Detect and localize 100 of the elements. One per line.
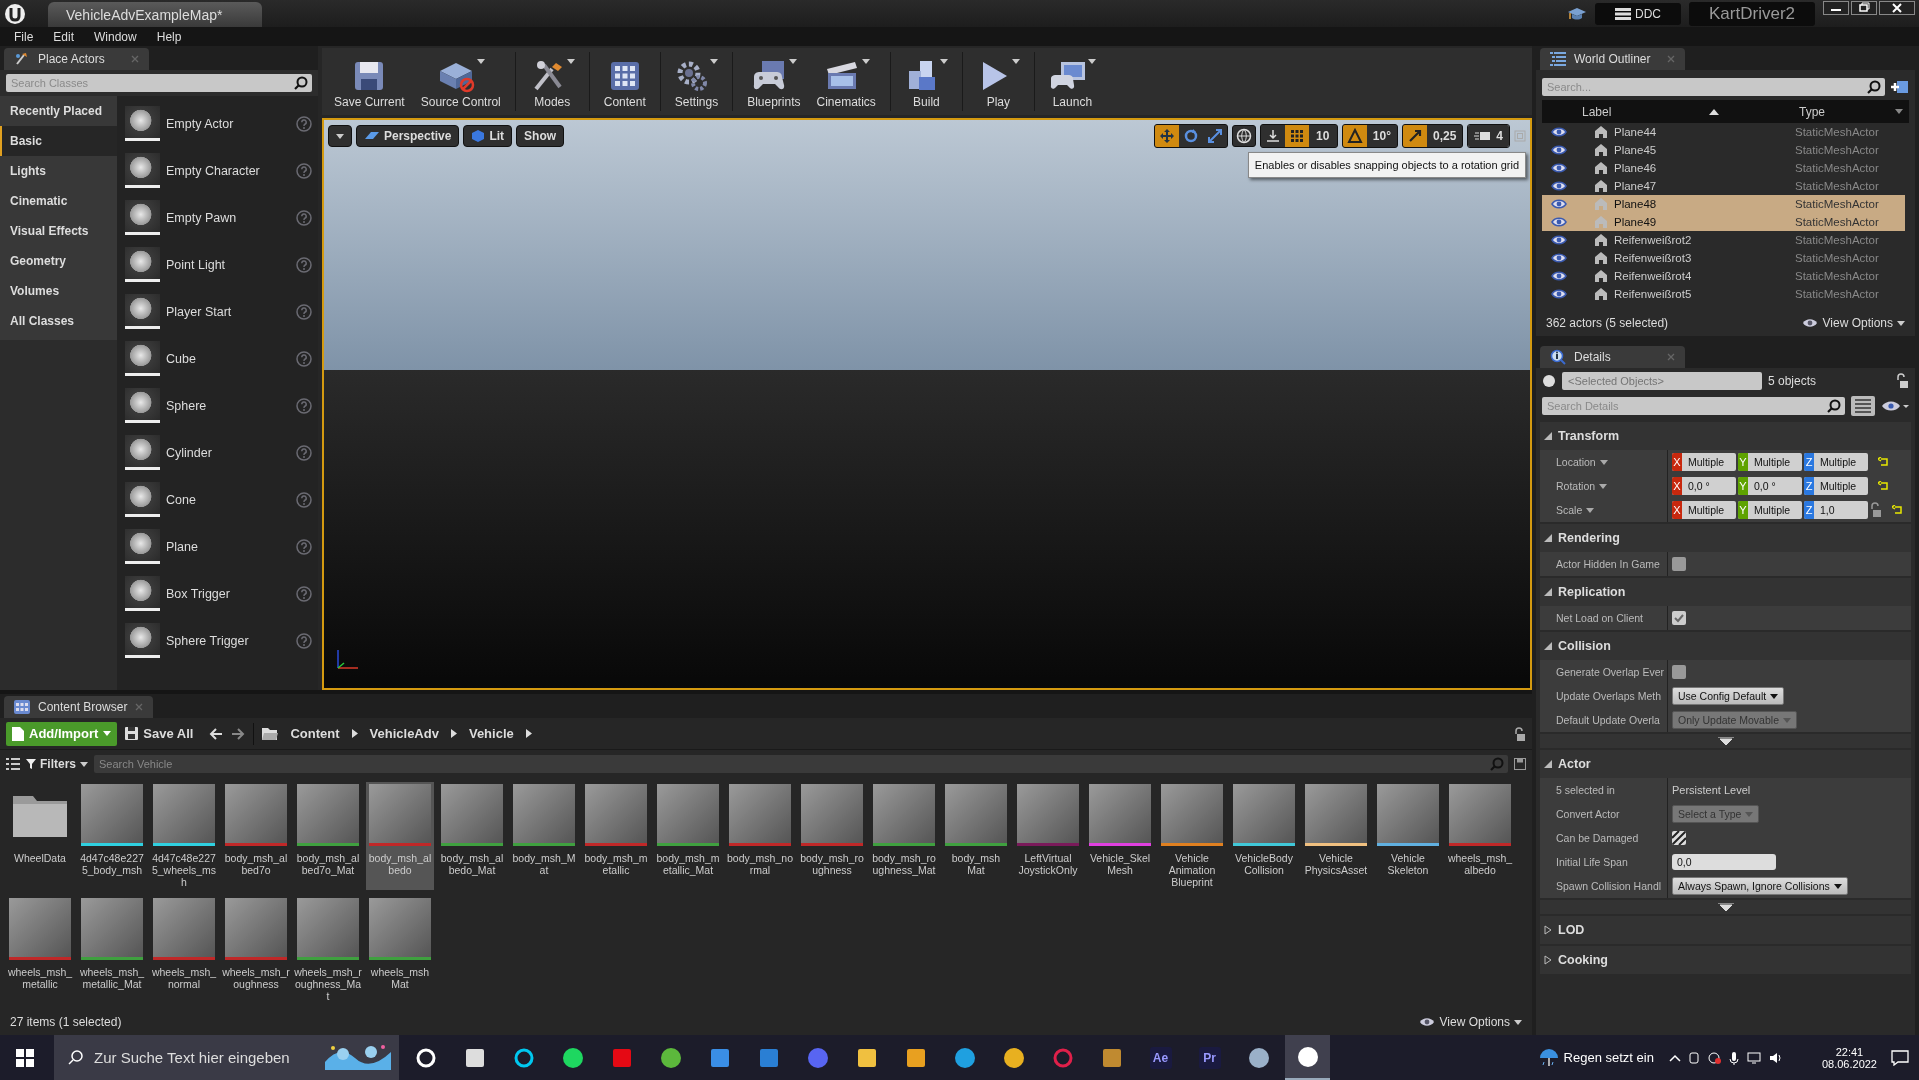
chevron-icon[interactable] — [525, 729, 532, 738]
eye-icon[interactable] — [1551, 181, 1567, 191]
expand-advanced-icon[interactable] — [1717, 737, 1734, 745]
viewport-button[interactable]: Perspective — [356, 125, 460, 147]
number-field[interactable]: Z Multiple — [1804, 477, 1868, 495]
eye-icon[interactable] — [1551, 289, 1567, 299]
category-tab[interactable]: Cinematic — [0, 186, 117, 216]
help-icon[interactable] — [296, 256, 312, 273]
actor-list-item[interactable]: Player Start — [125, 288, 318, 335]
number-field[interactable]: X Multiple — [1672, 453, 1736, 471]
ring-app-icon[interactable] — [414, 1046, 437, 1069]
round-app-icon[interactable] — [953, 1046, 976, 1069]
category-tab[interactable]: Volumes — [0, 276, 117, 306]
eye-icon[interactable] — [1551, 127, 1567, 137]
category-tab[interactable]: Basic — [0, 126, 117, 156]
actor-list-item[interactable]: Sphere Trigger — [125, 617, 318, 664]
outliner-row[interactable]: Plane44 StaticMeshActor — [1542, 123, 1905, 141]
outliner-row[interactable]: Reifenweißrot5 StaticMeshActor — [1542, 285, 1905, 303]
help-icon[interactable] — [296, 162, 312, 179]
world-space-button[interactable] — [1231, 125, 1256, 147]
close-icon[interactable] — [1879, 1, 1915, 15]
outliner-row[interactable]: Reifenweißrot2 StaticMeshActor — [1542, 231, 1905, 249]
save-all-button[interactable]: Save All — [125, 726, 194, 741]
app-icon[interactable]: Pr — [1198, 1046, 1221, 1069]
category-tab[interactable]: Lights — [0, 156, 117, 186]
help-icon[interactable] — [296, 585, 312, 602]
number-field[interactable]: X 0,0 ° — [1672, 477, 1736, 495]
reset-arrow-icon[interactable] — [1892, 505, 1904, 515]
checkbox[interactable] — [1672, 665, 1686, 679]
eye-icon[interactable] — [1551, 199, 1567, 209]
unlocked-padlock-icon[interactable] — [1514, 726, 1526, 741]
chevron-icon[interactable] — [351, 729, 358, 738]
number-field[interactable]: 0,0 — [1672, 854, 1776, 870]
transform-mode-button[interactable] — [1154, 125, 1179, 147]
category-tab[interactable]: All Classes — [0, 306, 117, 336]
menu-item[interactable]: Window — [84, 29, 147, 44]
round-app-icon[interactable] — [1247, 1046, 1270, 1069]
view-options-button[interactable]: View Options — [1417, 1015, 1522, 1029]
help-icon[interactable] — [296, 491, 312, 508]
outliner-row[interactable]: Plane49 StaticMeshActor — [1542, 213, 1905, 231]
number-field[interactable]: Z 1,0 — [1804, 501, 1868, 519]
breadcrumb-link[interactable]: VehicleAdv — [365, 726, 443, 741]
search-field[interactable]: Search... — [1542, 78, 1885, 96]
snap-toggle[interactable] — [1342, 125, 1367, 147]
round-app-icon[interactable] — [659, 1046, 682, 1069]
column-header[interactable]: Type — [1799, 100, 1909, 123]
save-search-icon[interactable] — [1514, 758, 1526, 770]
actor-list-item[interactable]: Cone — [125, 476, 318, 523]
help-icon[interactable] — [296, 115, 312, 132]
eye-icon[interactable] — [1881, 400, 1909, 412]
actor-list-item[interactable]: Plane — [125, 523, 318, 570]
toolbar-button[interactable]: Launch — [1040, 48, 1104, 115]
viewport-button[interactable]: Lit — [463, 125, 513, 147]
eye-icon[interactable] — [1551, 271, 1567, 281]
actor-list-item[interactable]: Cylinder — [125, 429, 318, 476]
eye-icon[interactable] — [1551, 163, 1567, 173]
help-icon[interactable] — [296, 632, 312, 649]
eye-icon[interactable] — [1551, 253, 1567, 263]
toolbar-button[interactable]: Play — [968, 48, 1028, 115]
number-field[interactable]: Y Multiple — [1738, 501, 1802, 519]
section-header[interactable]: LOD — [1540, 916, 1911, 944]
help-icon[interactable] — [296, 397, 312, 414]
forward-arrow-icon[interactable] — [231, 727, 246, 740]
category-tab[interactable]: Recently Placed — [0, 96, 117, 126]
asset-tile[interactable]: WheelData — [6, 782, 74, 890]
round-app-icon[interactable] — [1002, 1046, 1025, 1069]
notification-icon[interactable] — [1891, 1049, 1909, 1066]
minimize-icon[interactable] — [1823, 1, 1849, 15]
reset-arrow-icon[interactable] — [1878, 457, 1890, 467]
search-field[interactable]: Search Vehicle — [94, 755, 1508, 773]
help-icon[interactable] — [296, 444, 312, 461]
help-icon[interactable] — [296, 538, 312, 555]
dropdown[interactable]: Always Spawn, Ignore Collisions — [1672, 877, 1848, 895]
checkbox[interactable] — [1672, 611, 1686, 625]
sources-panel-icon[interactable] — [6, 758, 20, 770]
outliner-row[interactable]: Plane48 StaticMeshActor — [1542, 195, 1905, 213]
toolbar-button[interactable]: Source Control — [412, 48, 509, 115]
help-icon[interactable] — [296, 350, 312, 367]
help-icon[interactable] — [296, 303, 312, 320]
menu-item[interactable]: File — [4, 29, 44, 44]
actor-list-item[interactable]: Empty Character — [125, 147, 318, 194]
square-app-icon[interactable] — [855, 1046, 878, 1069]
toolbar-button[interactable]: Blueprints — [739, 48, 809, 115]
number-field[interactable]: Y 0,0 ° — [1738, 477, 1802, 495]
viewport-button[interactable]: Show — [516, 125, 565, 147]
taskbar-search-field[interactable]: Zur Suche Text hier eingeben — [54, 1035, 399, 1080]
back-arrow-icon[interactable] — [209, 727, 224, 740]
umbrella-icon[interactable] — [1537, 1047, 1560, 1068]
selected-objects-field[interactable]: <Selected Objects> — [1562, 372, 1762, 390]
snap-toggle[interactable] — [1402, 125, 1427, 147]
column-header[interactable]: Label — [1576, 100, 1799, 123]
section-header[interactable]: Collision — [1540, 632, 1911, 660]
section-header[interactable]: Transform — [1540, 422, 1911, 450]
category-tab[interactable]: Visual Effects — [0, 216, 117, 246]
unlocked-padlock-icon[interactable] — [1895, 373, 1909, 389]
camera-speed-button[interactable]: 4 — [1468, 125, 1509, 147]
chevron-icon[interactable] — [450, 729, 457, 738]
actor-list-item[interactable]: Cube — [125, 335, 318, 382]
toolbar-button[interactable]: Content — [595, 48, 654, 115]
eye-icon[interactable] — [1551, 235, 1567, 245]
